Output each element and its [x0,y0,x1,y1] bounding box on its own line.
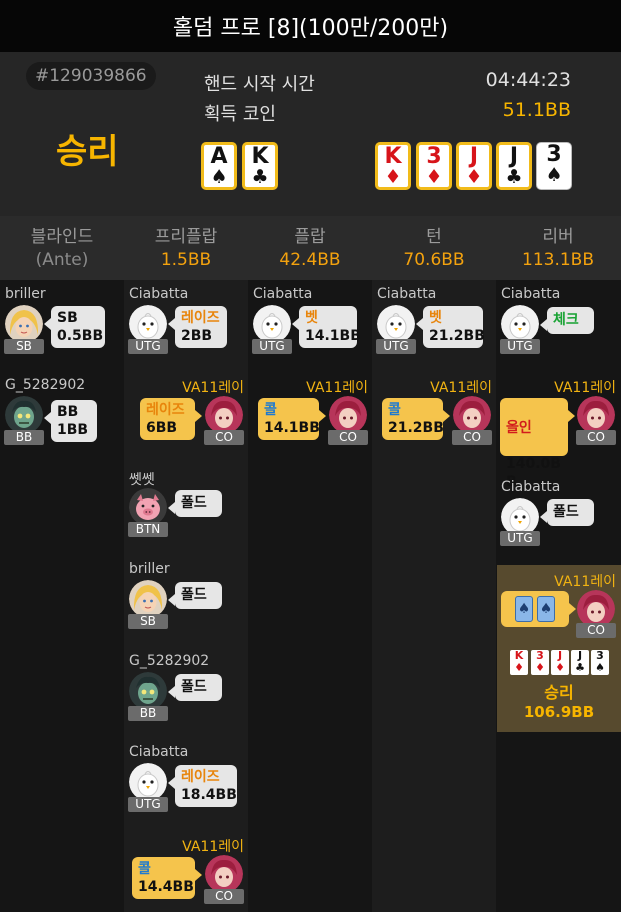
position-badge: BTN [128,522,168,537]
redhead-avatar[interactable] [577,396,615,434]
player-name: briller [5,286,46,302]
showdown-result: 승리 [544,683,574,702]
position-badge: CO [204,889,244,904]
player-name: Ciabatta [501,286,561,302]
position-badge: UTG [500,339,540,354]
player-name: VA11레이 [430,380,492,396]
mini-card: J ♦ [551,650,569,675]
action-bubble: BB 1BB [44,400,97,442]
redhead-avatar[interactable] [329,396,367,434]
position-badge: SB [128,614,168,629]
start-time-value: 04:44:23 [485,69,571,91]
action-bubble: 레이즈 2BB [168,306,227,348]
spade-card-back-icon: ♠ [515,596,533,622]
mini-card: 3 ♠ [591,650,609,675]
position-badge: SB [4,339,44,354]
street-blind: 블라인드 (Ante) [30,227,94,270]
chick-avatar[interactable] [129,305,167,343]
zombie-avatar[interactable] [5,396,43,434]
board-card-4: J ♣ [496,142,532,190]
position-badge: UTG [128,339,168,354]
player-name: 쎗쎗 [129,472,155,488]
position-badge: CO [576,430,616,445]
mini-card: J ♣ [571,650,589,675]
action-bubble: 폴드 [168,674,222,701]
street-preflop: 프리플랍 1.5BB [154,227,218,270]
action-bubble: 콜 14.4BB [132,857,202,899]
player-name: Ciabatta [129,286,189,302]
player-name: G_5282902 [129,653,210,669]
hand-id: #129039866 [26,62,156,90]
board-card-1: K ♦ [375,142,411,190]
action-bubble: 레이즈 6BB [140,398,202,440]
action-bubble: 폴드 [168,490,222,517]
position-badge: BB [128,706,168,721]
position-badge: CO [576,623,616,638]
street-flop: 플랍 42.4BB [279,227,341,270]
position-badge: CO [328,430,368,445]
coins-value: 51.1BB [502,99,571,121]
showdown-amount: 106.9BB [523,703,595,721]
hole-card-1: A ♠ [201,142,237,190]
player-name: Ciabatta [501,479,561,495]
player-name: VA11레이 [554,380,616,396]
position-badge: UTG [500,531,540,546]
position-badge: UTG [128,797,168,812]
pig-avatar[interactable] [129,488,167,526]
player-name: VA11레이 [306,380,368,396]
street-header: 블라인드 (Ante) 프리플랍 1.5BB 플랍 42.4BB 턴 70.6B… [0,216,621,280]
hole-card-2: K ♣ [242,142,278,190]
redhead-avatar[interactable] [453,396,491,434]
position-badge: BB [4,430,44,445]
chick-avatar[interactable] [253,305,291,343]
mini-card: 3 ♦ [531,650,549,675]
board-card-3: J ♦ [456,142,492,190]
result-label: 승리 [56,132,119,172]
action-bubble: 폴드 [168,582,222,609]
player-name: VA11레이 [182,839,244,855]
window-title: 홀덤 프로 [8](100만/200만) [0,0,621,52]
position-badge: CO [452,430,492,445]
coins-label: 획득 코인 [204,104,276,125]
position-badge: CO [204,430,244,445]
spade-card-back-icon: ♠ [537,596,555,622]
action-bubble: 벳 21.2BB [416,306,485,348]
blonde-avatar[interactable] [129,580,167,618]
action-bubble: 체크 [540,307,594,334]
player-name: VA11레이 [182,380,244,396]
board-card-5: 3 ♠ [536,142,572,190]
column-blind [0,280,124,912]
mini-card: K ♦ [510,650,528,675]
action-bubble: 폴드 [540,499,594,526]
action-bubble: SB 0.5BB [44,306,105,348]
action-bubble: 레이즈 18.4BB [168,765,237,807]
shown-cards-bubble: ♠ ♠ [501,591,576,627]
action-bubble: 콜 14.1BB [258,398,326,440]
position-badge: UTG [376,339,416,354]
street-river: 리버 113.1BB [522,227,594,270]
action-bubble: 콜 21.2BB [382,398,450,440]
player-name: G_5282902 [5,377,86,393]
column-flop [248,280,372,912]
hand-summary: #129039866 승리 핸드 시작 시간 04:44:23 획득 코인 51… [0,52,621,216]
player-name: Ciabatta [129,744,189,760]
board-card-2: 3 ♦ [416,142,452,190]
player-name: VA11레이 [554,574,616,590]
player-name: Ciabatta [377,286,437,302]
street-turn: 턴 70.6BB [403,227,465,270]
chick-avatar[interactable] [501,305,539,343]
redhead-avatar[interactable] [205,396,243,434]
action-bubble: 올인 140.0B B [500,398,575,490]
column-turn [372,280,496,912]
player-name: Ciabatta [253,286,313,302]
start-time-label: 핸드 시작 시간 [204,74,315,95]
position-badge: UTG [252,339,292,354]
chick-avatar[interactable] [377,305,415,343]
redhead-avatar[interactable] [205,855,243,893]
zombie-avatar[interactable] [129,672,167,710]
chick-avatar[interactable] [129,763,167,801]
player-name: briller [129,561,170,577]
blonde-avatar[interactable] [5,305,43,343]
action-bubble: 벳 14.1BB [292,306,361,348]
